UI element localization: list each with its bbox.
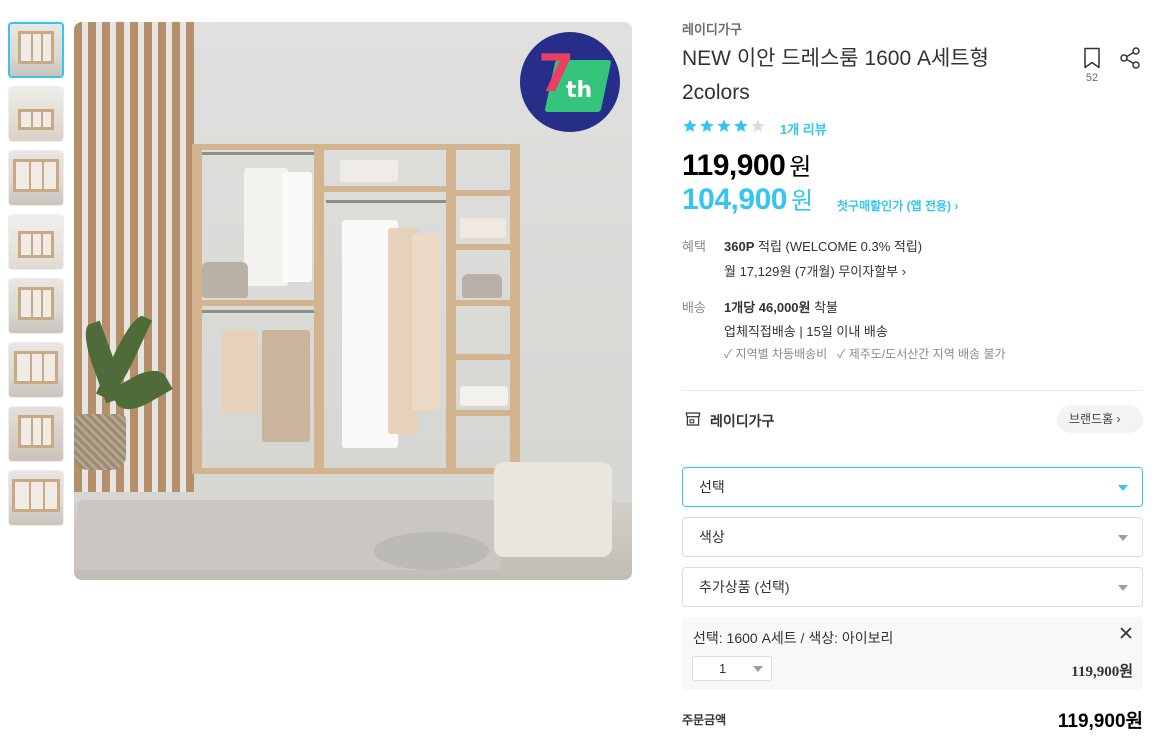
thumbnail-8[interactable] (8, 470, 64, 526)
pillow-illustration (374, 532, 489, 570)
share-icon[interactable] (1118, 46, 1142, 70)
store-name[interactable]: 레이디가구 (710, 411, 774, 431)
chevron-down-icon (753, 666, 763, 672)
rating-stars (682, 118, 766, 134)
chevron-down-icon (1118, 535, 1128, 541)
selected-option-text: 선택: 1600 A세트 / 색상: 아이보리 (693, 630, 894, 646)
thumbnail-4[interactable] (8, 214, 64, 270)
brand-link[interactable]: 레이디가구 (682, 19, 742, 38)
thumbnail-2[interactable] (8, 86, 64, 142)
brand-home-button[interactable]: 브랜드홈 › (1057, 405, 1143, 433)
quantity-select[interactable]: 1 (692, 656, 772, 681)
thumbnail-1[interactable] (8, 22, 64, 78)
thumbnail-5[interactable] (8, 278, 64, 334)
star-icon (717, 119, 731, 132)
close-icon[interactable] (1119, 626, 1133, 640)
store-icon (685, 412, 701, 426)
product-title: NEW 이안 드레스룸 1600 A세트형 2colors (682, 47, 989, 104)
delivery-notes: ✓ 지역별 차등배송비 ✓ 제주도/도서산간 지역 배송 불가 (724, 347, 1006, 361)
star-icon (734, 119, 748, 132)
color-select[interactable]: 색상 (682, 517, 1143, 557)
star-icon (683, 119, 697, 132)
selected-option-box: 선택: 1600 A세트 / 색상: 아이보리 1 119,900원 (682, 617, 1143, 690)
divider (682, 390, 1143, 391)
review-count-link[interactable]: 1개 리뷰 (780, 119, 827, 138)
installment-link[interactable]: 월 17,129원 (7개월) 무이자할부 › (724, 261, 906, 280)
star-icon (700, 119, 714, 132)
chevron-down-icon (1118, 585, 1128, 591)
thumbnail-7[interactable] (8, 406, 64, 462)
thumbnail-6[interactable] (8, 342, 64, 398)
original-price: 119,900 원 (682, 149, 811, 182)
delivery-label: 배송 (682, 300, 706, 315)
chevron-down-icon (1118, 485, 1128, 491)
thumbnail-list (8, 22, 64, 534)
star-empty-icon (751, 119, 765, 132)
points-text: 360P 적립 (WELCOME 0.3% 적립) (724, 239, 923, 254)
bookmark-icon[interactable] (1080, 46, 1104, 70)
wardrobe-illustration (192, 144, 520, 474)
option-select[interactable]: 선택 (682, 467, 1143, 507)
bookmark-count: 52 (1085, 72, 1099, 84)
7th-anniversary-badge: 7 th (520, 32, 620, 132)
discount-price: 104,900 원 (682, 183, 813, 216)
delivery-method: 업체직접배송 | 15일 이내 배송 (724, 324, 888, 339)
product-main-image: 7 th (74, 22, 632, 580)
benefits-label: 혜택 (682, 239, 706, 254)
ottoman-illustration (494, 462, 612, 557)
selected-option-price: 119,900원 (1071, 664, 1133, 680)
additional-product-select[interactable]: 추가상품 (선택) (682, 567, 1143, 607)
order-amount-label: 주문금액 (682, 713, 727, 727)
thumbnail-3[interactable] (8, 150, 64, 206)
order-amount-value: 119,900원 (1057, 711, 1143, 732)
first-purchase-discount-link[interactable]: 첫구매할인가 (앱 전용) › (837, 197, 958, 214)
delivery-fee: 1개당 46,000원 착불 (724, 300, 839, 315)
